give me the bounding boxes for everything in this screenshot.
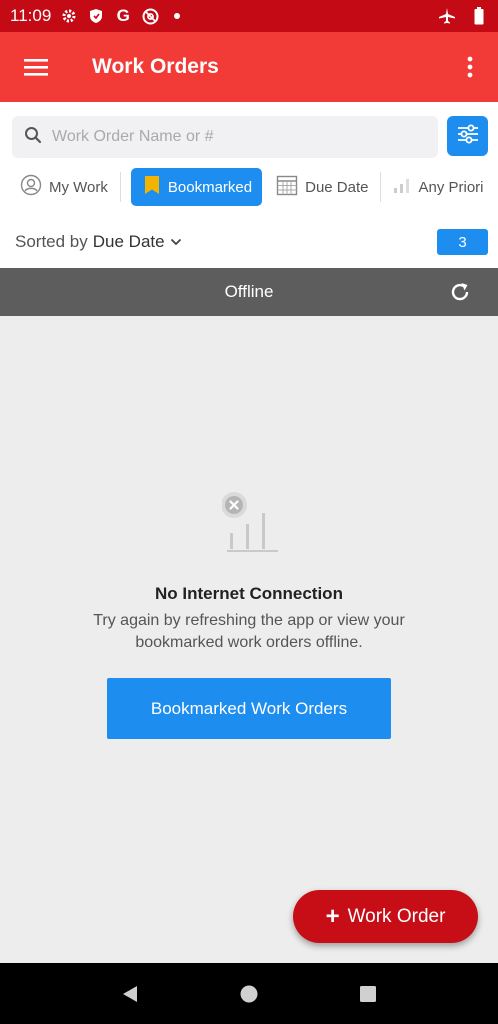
chip-due-date[interactable]: Due Date <box>268 168 376 206</box>
fab-label: Work Order <box>347 905 446 927</box>
sliders-icon <box>457 124 479 149</box>
status-time: 11:09 <box>10 6 52 25</box>
empty-state: No Internet Connection Try again by refr… <box>0 316 498 964</box>
system-nav-bar <box>0 963 498 1024</box>
bookmarked-work-orders-button[interactable]: Bookmarked Work Orders <box>107 678 391 739</box>
chip-priority[interactable]: Any Priori <box>385 168 491 206</box>
at-sign-icon <box>141 7 159 25</box>
user-icon <box>20 174 42 200</box>
divider <box>119 172 121 202</box>
search-input[interactable] <box>52 128 432 146</box>
back-icon[interactable] <box>118 982 142 1006</box>
chip-label: Any Priori <box>418 178 484 196</box>
filter-chips: My Work Bookmarked Due Date Any Priori <box>12 168 498 206</box>
filter-button[interactable] <box>447 116 488 156</box>
home-icon[interactable] <box>237 982 261 1006</box>
new-work-order-button[interactable]: + Work Order <box>293 890 478 943</box>
refresh-icon[interactable] <box>448 280 472 304</box>
airplane-icon <box>438 7 456 25</box>
result-count-badge: 3 <box>437 229 488 255</box>
sort-value: Due Date <box>92 232 165 251</box>
calendar-icon <box>276 174 298 200</box>
shield-icon <box>87 7 105 25</box>
offline-banner: Offline <box>0 268 498 316</box>
chevron-down-icon <box>170 232 182 252</box>
dot-icon <box>168 7 186 25</box>
battery-icon <box>470 7 488 25</box>
more-vertical-icon[interactable] <box>456 47 484 87</box>
chip-label: My Work <box>49 178 108 196</box>
empty-state-description: Try again by refreshing the app or view … <box>93 612 405 651</box>
plus-icon: + <box>325 902 340 930</box>
chip-bookmarked[interactable]: Bookmarked <box>130 168 263 206</box>
no-signal-icon <box>221 489 280 555</box>
empty-state-title: No Internet Connection <box>155 584 343 603</box>
page-title: Work Orders <box>92 55 219 78</box>
search-box <box>12 116 438 158</box>
bookmark-icon <box>143 175 161 199</box>
app-bar: Work Orders <box>0 32 498 102</box>
divider <box>380 172 382 202</box>
recents-icon[interactable] <box>356 982 380 1006</box>
sort-prefix: Sorted by <box>15 232 88 251</box>
chip-label: Due Date <box>305 178 369 196</box>
hamburger-icon[interactable] <box>18 49 54 85</box>
chip-label: Bookmarked <box>167 178 253 196</box>
search-icon <box>24 126 42 149</box>
google-icon: G <box>116 6 130 25</box>
status-bar: 11:09 G <box>0 0 498 32</box>
sort-control[interactable]: Sorted by Due Date <box>15 232 182 252</box>
priority-bars-icon <box>393 176 411 198</box>
filter-controls: My Work Bookmarked Due Date Any Priori S… <box>0 102 498 268</box>
offline-label: Offline <box>224 282 274 301</box>
settings-icon <box>60 7 78 25</box>
chip-my-work[interactable]: My Work <box>12 168 116 206</box>
